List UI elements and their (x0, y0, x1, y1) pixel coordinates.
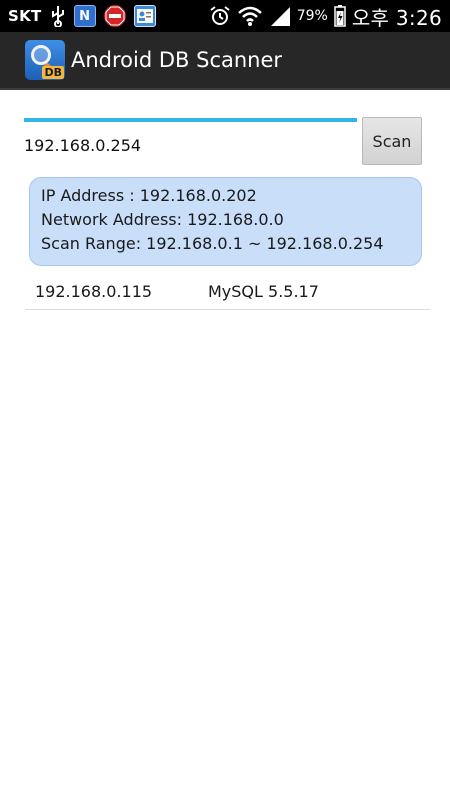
main-content: Scan IP Address : 192.168.0.202 Network … (0, 90, 450, 800)
n-app-icon: N (73, 5, 96, 27)
result-db: MySQL 5.5.17 (208, 282, 319, 301)
result-row[interactable]: 192.168.0.115 MySQL 5.5.17 (25, 276, 430, 310)
stop-app-icon (103, 5, 126, 27)
ip-address-label: IP Address : 192.168.0.202 (41, 186, 257, 205)
ip-input-container (24, 118, 357, 162)
clock: 오후 3:26 (351, 5, 442, 30)
network-info-box: IP Address : 192.168.0.202 Network Addre… (29, 177, 422, 266)
wifi-icon (237, 5, 263, 27)
status-bar: SKT N 79% 오후 3:26 (0, 0, 450, 32)
result-ip: 192.168.0.115 (35, 282, 153, 301)
battery-percent: 79% (296, 8, 328, 24)
carrier-label: SKT (8, 7, 42, 25)
scan-range-label: Scan Range: 192.168.0.1 ~ 192.168.0.254 (41, 234, 384, 253)
app-logo-icon[interactable]: DB (25, 40, 65, 80)
usb-icon (50, 5, 66, 27)
battery-icon (334, 5, 346, 27)
scan-button[interactable]: Scan (362, 117, 422, 165)
status-bar-right: 79% 오후 3:26 (209, 2, 450, 31)
app-title: Android DB Scanner (71, 48, 283, 72)
db-badge: DB (42, 66, 64, 79)
network-address-label: Network Address: 192.168.0.0 (41, 210, 284, 229)
ip-range-input[interactable] (24, 128, 357, 162)
signal-icon (269, 5, 291, 27)
status-bar-left: SKT N (0, 5, 156, 27)
alarm-icon (209, 5, 231, 27)
action-bar: DB Android DB Scanner (0, 32, 450, 90)
contact-card-icon (133, 5, 156, 27)
